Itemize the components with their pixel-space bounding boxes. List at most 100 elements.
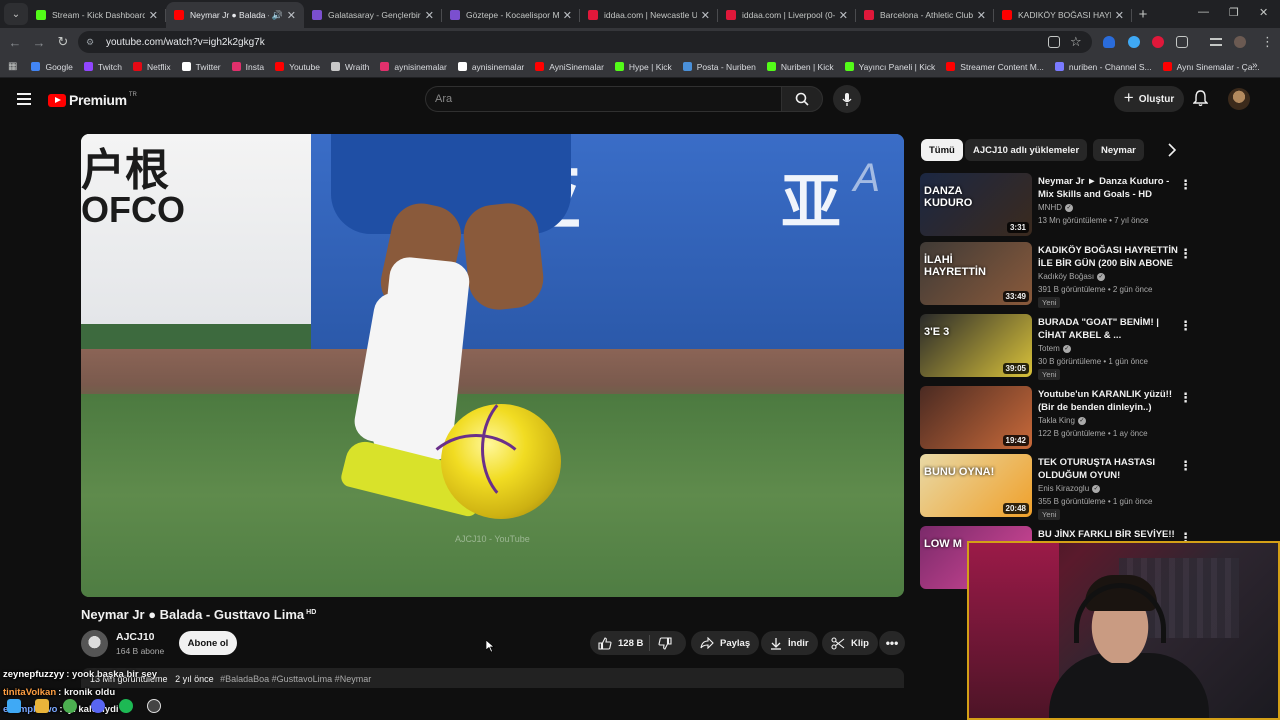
related-video-item[interactable]: BUNU OYNA! 20:48 TEK OTURUŞTA HASTASI OLDU… — [920, 454, 1192, 520]
bookmark-item[interactable]: Youtube — [275, 62, 320, 72]
notifications-button[interactable] — [1192, 90, 1209, 112]
tab-close-icon[interactable]: ✕ — [425, 9, 434, 22]
channel-avatar[interactable] — [81, 630, 108, 657]
new-tab-button[interactable]: + — [1132, 6, 1154, 23]
bookmark-item[interactable]: aynisinemalar — [457, 62, 524, 72]
related-video-channel[interactable]: MNHD ✓ — [1038, 203, 1073, 212]
related-video-item[interactable]: 19:42 Youtube'un KARANLIK yüzü!! (Bir de … — [920, 386, 1192, 450]
discord-icon[interactable] — [91, 699, 105, 713]
windows-start-icon[interactable] — [7, 699, 21, 713]
video-player[interactable]: 亚 亚 户根 OFCO A AJCJ10 - YouTube — [81, 134, 904, 597]
dislike-button[interactable] — [650, 636, 686, 650]
apps-grid-icon[interactable]: ▦ — [8, 61, 17, 72]
browser-tab[interactable]: Stream - Kick Dashboard ✕ — [28, 2, 166, 28]
browser-tab[interactable]: iddaa.com | Newcastle Un ✕ — [580, 2, 718, 28]
extensions-puzzle-icon[interactable] — [1176, 36, 1188, 48]
bookmark-item[interactable]: Netflix — [132, 62, 171, 72]
tab-audio-icon[interactable]: 🔊 — [272, 10, 283, 21]
related-video-item[interactable]: DANZA KUDURO 3:31 Neymar Jr ► Danza Kuduro… — [920, 173, 1192, 237]
description-box[interactable]: 13 Mn görüntüleme 2 yıl önce #BaladaBoa … — [81, 668, 904, 688]
video-thumbnail[interactable]: BUNU OYNA! 20:48 — [920, 454, 1032, 517]
bookmark-item[interactable]: Nuriben | Kick — [766, 62, 834, 72]
related-video-title[interactable]: Neymar Jr ► Danza Kuduro - Mix Skills an… — [1038, 175, 1178, 201]
channel-name[interactable]: AJCJ10 — [116, 631, 155, 643]
browser-tab[interactable]: Göztepe - Kocaelispor Ma ✕ — [442, 2, 580, 28]
filter-chip[interactable]: Neymar — [1093, 139, 1144, 161]
bookmark-item[interactable]: Twitter — [181, 62, 221, 72]
close-window-icon[interactable]: ✕ — [1259, 6, 1268, 19]
site-info-icon[interactable]: ⚙ — [86, 37, 98, 47]
video-options-icon[interactable]: ⋮ — [1179, 458, 1192, 474]
tab-close-icon[interactable]: ✕ — [149, 9, 158, 22]
download-button[interactable]: İndir — [761, 631, 818, 655]
bookmark-item[interactable]: Streamer Content M... — [946, 62, 1044, 72]
bookmark-item[interactable]: Google — [31, 62, 73, 72]
tab-search-menu-icon[interactable]: ⌄ — [4, 3, 28, 25]
chevron-right-icon[interactable] — [1167, 143, 1177, 157]
related-video-title[interactable]: KADIKÖY BOĞASI HAYRETTİN İLE BİR GÜN (20… — [1038, 244, 1178, 270]
cast-icon[interactable] — [1048, 36, 1060, 48]
minimize-icon[interactable]: — — [1198, 6, 1209, 18]
more-actions-button[interactable]: ••• — [879, 631, 905, 655]
video-thumbnail[interactable]: DANZA KUDURO 3:31 — [920, 173, 1032, 236]
video-options-icon[interactable]: ⋮ — [1179, 177, 1192, 193]
tab-close-icon[interactable]: ✕ — [287, 9, 296, 22]
bookmark-item[interactable]: Twitch — [83, 62, 122, 72]
create-button[interactable]: + Oluştur — [1114, 86, 1184, 112]
tab-close-icon[interactable]: ✕ — [701, 9, 710, 22]
related-video-channel[interactable]: Totem ✓ — [1038, 344, 1071, 353]
chrome-menu-icon[interactable]: ⋮ — [1261, 34, 1274, 50]
bookmark-star-icon[interactable]: ☆ — [1070, 34, 1082, 50]
video-thumbnail[interactable]: 3'E 3 39:05 — [920, 314, 1032, 377]
bookmark-item[interactable]: Hype | Kick — [614, 62, 672, 72]
file-explorer-icon[interactable] — [35, 699, 49, 713]
bookmark-item[interactable]: nuriben - Channel S... — [1054, 62, 1152, 72]
browser-tab[interactable]: iddaa.com | Liverpool (0- ✕ — [718, 2, 856, 28]
video-thumbnail[interactable]: İLAHİ HAYRETTİN 33:49 — [920, 242, 1032, 305]
youtube-logo[interactable]: Premium TR — [48, 92, 137, 108]
related-video-channel[interactable]: Takla King ✓ — [1038, 416, 1086, 425]
video-options-icon[interactable]: ⋮ — [1179, 246, 1192, 262]
related-video-title[interactable]: BU JİNX FARKLI BİR SEVİYE!! — [1038, 528, 1178, 541]
back-icon[interactable]: ← — [3, 35, 27, 50]
clip-button[interactable]: Klip — [822, 631, 878, 655]
tab-close-icon[interactable]: ✕ — [977, 9, 986, 22]
bookmark-item[interactable]: Insta — [231, 62, 264, 72]
related-video-item[interactable]: 3'E 3 39:05 BURADA "GOAT" BENİM! | CİHAT A… — [920, 314, 1192, 380]
chat-username[interactable]: zeynepfuzzyy — [3, 669, 64, 680]
related-video-title[interactable]: Youtube'un KARANLIK yüzü!! (Bir de bende… — [1038, 388, 1178, 414]
related-video-channel[interactable]: Enis Kirazoglu ✓ — [1038, 484, 1101, 493]
voice-search-button[interactable] — [833, 85, 861, 113]
restore-icon[interactable]: ❐ — [1229, 6, 1239, 19]
video-options-icon[interactable]: ⋮ — [1179, 318, 1192, 334]
browser-tab[interactable]: Galatasaray - Gençlerbirliğ ✕ — [304, 2, 442, 28]
obs-icon[interactable] — [147, 699, 161, 713]
tab-close-icon[interactable]: ✕ — [563, 9, 572, 22]
bookmark-item[interactable]: Yayıncı Paneli | Kick — [844, 62, 935, 72]
bookmark-item[interactable]: Aynı Sinemalar - Ça... — [1162, 62, 1260, 72]
search-button[interactable] — [781, 86, 823, 112]
browser-tab[interactable]: Barcelona - Athletic Club ✕ — [856, 2, 994, 28]
account-avatar[interactable] — [1228, 88, 1250, 110]
browser-tab[interactable]: Neymar Jr ● Balada - 🔊 ✕ — [166, 2, 304, 28]
bookmark-item[interactable]: Posta - Nuriben — [682, 62, 756, 72]
hamburger-menu-icon[interactable] — [17, 93, 31, 108]
extension-red-icon[interactable] — [1152, 36, 1164, 48]
media-control-icon[interactable] — [1210, 38, 1222, 46]
related-video-title[interactable]: TEK OTURUŞTA HASTASI OLDUĞUM OYUN! — [1038, 456, 1178, 482]
spotify-icon[interactable] — [119, 699, 133, 713]
chrome-icon[interactable] — [63, 699, 77, 713]
profile-icon[interactable] — [1234, 36, 1246, 48]
like-button[interactable]: 128 B — [590, 635, 650, 651]
video-options-icon[interactable]: ⋮ — [1179, 390, 1192, 406]
browser-tab[interactable]: KADIKÖY BOĞASI HAYRE ✕ — [994, 2, 1132, 28]
video-thumbnail[interactable]: 19:42 — [920, 386, 1032, 449]
share-button[interactable]: Paylaş — [691, 631, 760, 655]
extension-blue-icon[interactable] — [1128, 36, 1140, 48]
related-video-item[interactable]: İLAHİ HAYRETTİN 33:49 KADIKÖY BOĞASI HAYRE… — [920, 242, 1192, 308]
filter-chip[interactable]: AJCJ10 adlı yüklemeler — [965, 139, 1088, 161]
bookmark-item[interactable]: aynisinemalar — [380, 62, 447, 72]
tab-close-icon[interactable]: ✕ — [839, 9, 848, 22]
address-bar[interactable]: ⚙ youtube.com/watch?v=igh2k2gkg7k — [78, 31, 1092, 53]
more-bookmarks-icon[interactable]: » — [1252, 60, 1258, 71]
